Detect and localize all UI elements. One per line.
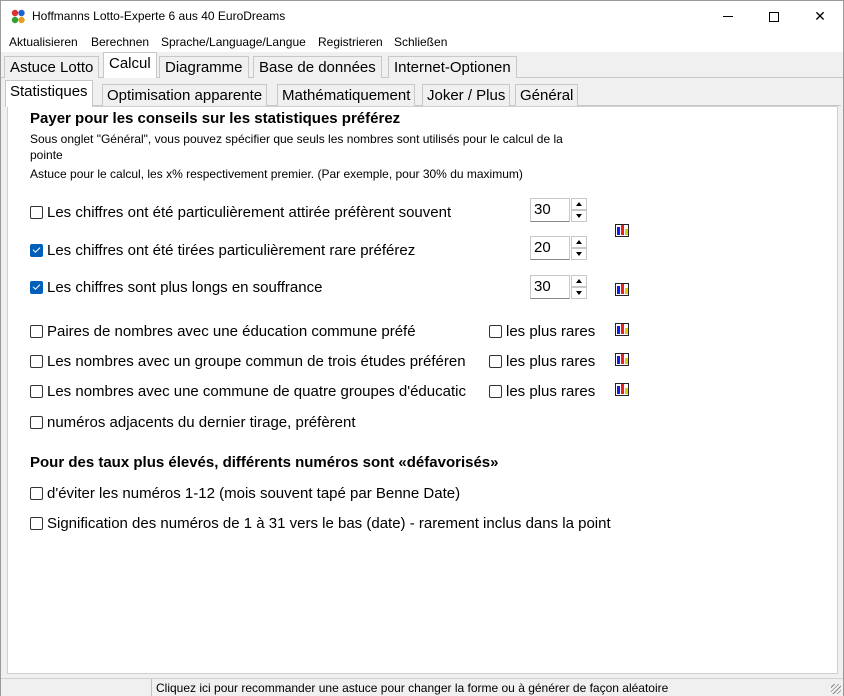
minimize-button[interactable] — [705, 1, 751, 32]
tab-astuce-lotto[interactable]: Astuce Lotto — [4, 56, 100, 78]
option-row-quads[interactable]: Les nombres avec une commune de quatre g… — [30, 381, 485, 401]
close-button[interactable]: ✕ — [797, 1, 843, 32]
section-heading-disfavored: Pour des taux plus élevés, différents nu… — [30, 454, 499, 471]
section-description-line3: Astuce pour le calcul, les x% respective… — [30, 167, 523, 181]
status-bar: Cliquez ici pour recommander une astuce … — [1, 678, 843, 696]
sub-tab-strip: Statistiques Optimisation apparente Math… — [5, 80, 841, 107]
subtab-general[interactable]: Général — [515, 84, 579, 106]
spinbox-rare-value[interactable]: 20 — [530, 236, 570, 260]
checkbox-overdue[interactable] — [30, 280, 43, 294]
checkbox-pairs-rare[interactable] — [489, 324, 502, 338]
option-row-avoid-1-12[interactable]: d'éviter les numéros 1-12 (mois souvent … — [30, 483, 460, 503]
bar-chart-icon[interactable] — [615, 353, 629, 366]
title-bar: Hoffmanns Lotto-Experte 6 aus 40 EuroDre… — [1, 1, 843, 32]
tab-base-de-donnees[interactable]: Base de données — [253, 56, 382, 78]
chevron-up-icon — [576, 202, 582, 206]
chevron-down-icon — [576, 291, 582, 295]
lotto-app-icon — [10, 8, 27, 25]
label-pairs-rare: les plus rares — [506, 322, 596, 340]
window-title: Hoffmanns Lotto-Experte 6 aus 40 EuroDre… — [32, 9, 286, 23]
spinbox-overdue-value[interactable]: 30 — [530, 275, 570, 299]
statistics-panel: Payer pour les conseils sur les statisti… — [7, 106, 838, 674]
label-adjacent: numéros adjacents du dernier tirage, pré… — [47, 413, 356, 431]
checkbox-dates-1-31[interactable] — [30, 516, 43, 530]
section-description-line1: Sous onglet "Général", vous pouvez spéci… — [30, 132, 563, 146]
option-row-triples[interactable]: Les nombres avec un groupe commun de tro… — [30, 351, 485, 371]
chevron-down-icon — [576, 214, 582, 218]
checkbox-triples-rare[interactable] — [489, 354, 502, 368]
spin-up-button[interactable] — [571, 275, 587, 287]
spin-up-button[interactable] — [571, 198, 587, 210]
maximize-button[interactable] — [751, 1, 797, 32]
checkbox-pairs[interactable] — [30, 324, 43, 338]
menu-registrieren[interactable]: Registrieren — [318, 35, 383, 49]
menu-bar: Aktualisieren Berechnen Sprache/Language… — [1, 32, 843, 52]
app-window: Hoffmanns Lotto-Experte 6 aus 40 EuroDre… — [0, 0, 844, 696]
checkbox-rare[interactable] — [30, 243, 43, 257]
spin-up-button[interactable] — [571, 236, 587, 248]
menu-aktualisieren[interactable]: Aktualisieren — [9, 35, 78, 49]
spinbox-rare[interactable]: 20 — [530, 236, 590, 260]
tab-calcul[interactable]: Calcul — [103, 52, 157, 78]
minimize-icon — [723, 16, 733, 17]
menu-berechnen[interactable]: Berechnen — [91, 35, 149, 49]
chevron-up-icon — [576, 279, 582, 283]
label-triples-rare: les plus rares — [506, 352, 596, 370]
bar-chart-icon[interactable] — [615, 323, 629, 336]
label-dates-1-31: Signification des numéros de 1 à 31 vers… — [47, 514, 611, 532]
section-heading-statistics: Payer pour les conseils sur les statisti… — [30, 110, 401, 127]
label-overdue: Les chiffres sont plus longs en souffran… — [47, 278, 323, 296]
option-row-frequent[interactable]: Les chiffres ont été particulièrement at… — [30, 202, 451, 222]
spin-down-button[interactable] — [571, 248, 587, 260]
label-quads: Les nombres avec une commune de quatre g… — [47, 382, 466, 400]
chevron-up-icon — [576, 240, 582, 244]
subtab-statistiques[interactable]: Statistiques — [5, 80, 93, 107]
checkbox-adjacent[interactable] — [30, 415, 43, 429]
option-row-overdue[interactable]: Les chiffres sont plus longs en souffran… — [30, 277, 322, 297]
label-quads-rare: les plus rares — [506, 382, 596, 400]
spinbox-frequent-value[interactable]: 30 — [530, 198, 570, 222]
option-row-triples-rare[interactable]: les plus rares — [489, 351, 595, 371]
tab-diagramme[interactable]: Diagramme — [159, 56, 249, 78]
bar-chart-icon[interactable] — [615, 283, 629, 296]
main-tab-strip: Astuce Lotto Calcul Diagramme Base de do… — [1, 52, 843, 78]
chevron-down-icon — [576, 252, 582, 256]
menu-schliessen[interactable]: Schließen — [394, 35, 447, 49]
checkbox-quads-rare[interactable] — [489, 384, 502, 398]
spinbox-overdue[interactable]: 30 — [530, 275, 590, 299]
subtab-joker-plus[interactable]: Joker / Plus — [422, 84, 511, 106]
label-frequent: Les chiffres ont été particulièrement at… — [47, 203, 452, 221]
bar-chart-icon[interactable] — [615, 383, 629, 396]
resize-grip-icon[interactable] — [831, 684, 841, 694]
option-row-pairs-rare[interactable]: les plus rares — [489, 321, 595, 341]
spin-down-button[interactable] — [571, 287, 587, 299]
section-description-line2: pointe — [30, 148, 63, 162]
bar-chart-icon[interactable] — [615, 224, 629, 237]
checkbox-frequent[interactable] — [30, 205, 43, 219]
option-row-adjacent[interactable]: numéros adjacents du dernier tirage, pré… — [30, 412, 356, 432]
label-pairs: Paires de nombres avec une éducation com… — [47, 322, 416, 340]
checkbox-quads[interactable] — [30, 384, 43, 398]
label-avoid-1-12: d'éviter les numéros 1-12 (mois souvent … — [47, 484, 461, 502]
checkbox-avoid-1-12[interactable] — [30, 486, 43, 500]
status-hint[interactable]: Cliquez ici pour recommander une astuce … — [151, 679, 841, 696]
label-triples: Les nombres avec un groupe commun de tro… — [47, 352, 466, 370]
spinbox-frequent[interactable]: 30 — [530, 198, 590, 222]
tab-internet-optionen[interactable]: Internet-Optionen — [388, 56, 517, 78]
option-row-pairs[interactable]: Paires de nombres avec une éducation com… — [30, 321, 485, 341]
option-row-rare[interactable]: Les chiffres ont été tirées particulière… — [30, 240, 415, 260]
checkbox-triples[interactable] — [30, 354, 43, 368]
option-row-quads-rare[interactable]: les plus rares — [489, 381, 595, 401]
option-row-dates-1-31[interactable]: Signification des numéros de 1 à 31 vers… — [30, 513, 638, 533]
menu-sprache[interactable]: Sprache/Language/Langue — [161, 35, 306, 49]
subtab-mathematiquement[interactable]: Mathématiquement — [277, 84, 416, 106]
close-icon: ✕ — [814, 8, 826, 25]
label-rare: Les chiffres ont été tirées particulière… — [47, 241, 416, 259]
maximize-icon — [769, 11, 779, 22]
subtab-optimisation-apparente[interactable]: Optimisation apparente — [102, 84, 268, 106]
spin-down-button[interactable] — [571, 210, 587, 222]
